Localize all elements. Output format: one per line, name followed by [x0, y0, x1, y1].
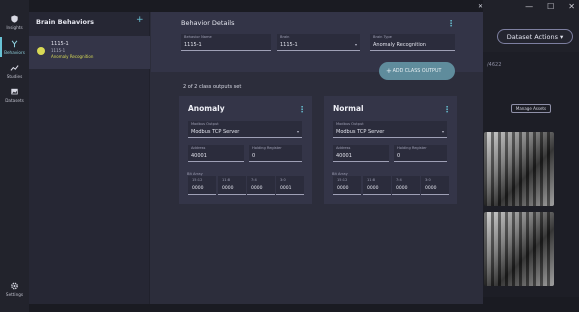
holding-register-field[interactable]: Holding Register 0	[394, 145, 447, 162]
nav-label: Behaviors	[4, 50, 25, 55]
dataset-actions-button[interactable]: Dataset Actions ▾	[497, 29, 573, 44]
shield-icon	[11, 15, 18, 23]
minimize-button[interactable]: —	[525, 2, 533, 11]
address-field[interactable]: Address 40001	[333, 145, 389, 162]
bit-register-7-4[interactable]: 7:4 0000	[392, 176, 420, 195]
outputs-count: 2 of 2 class outputs set	[183, 84, 242, 90]
behavior-name: 1115-1	[51, 41, 69, 47]
bit-register-15-12[interactable]: 15:12 0000	[188, 176, 216, 195]
add-class-label: ADD CLASS OUTPUT	[392, 68, 442, 74]
behavior-details: Behavior Details ⋮ Behavior Name 1115-1 …	[151, 12, 483, 304]
gear-icon	[11, 282, 18, 290]
bit-register-7-4[interactable]: 7:4 0000	[247, 176, 275, 195]
class-card-anomaly: Anomaly ⋮ Modbus Output Modbus TCP Serve…	[179, 96, 312, 204]
behaviors-dialog: Brain Behaviors + 1115-1 1115-1 Anomaly …	[29, 12, 483, 304]
address-field[interactable]: Address 40001	[188, 145, 244, 162]
nav-label: Studies	[6, 74, 23, 79]
dialog-close-icon[interactable]: ✕	[478, 3, 483, 10]
nav-label: Insights	[6, 25, 23, 30]
brain-select[interactable]: Brain 1115-1 ▾	[277, 34, 360, 51]
modbus-output-select[interactable]: Modbus Output Modbus TCP Server ▾	[333, 121, 447, 138]
bit-register-3-0[interactable]: 3:0 0000	[421, 176, 449, 195]
tree-icon	[11, 40, 18, 48]
behavior-type: Anomaly Recognition	[51, 54, 94, 59]
behavior-name-field[interactable]: Behavior Name 1115-1	[181, 34, 271, 51]
close-window-button[interactable]: ✕	[568, 2, 575, 11]
background-footer	[483, 297, 579, 312]
bit-register-11-8[interactable]: 11:8 0000	[363, 176, 391, 195]
class-menu-icon[interactable]: ⋮	[443, 105, 451, 114]
chevron-down-icon: ▾	[354, 42, 357, 47]
nav-label: Settings	[5, 292, 24, 297]
chevron-down-icon: ▾	[296, 129, 299, 134]
bit-register-3-0[interactable]: 3:0 0001	[276, 176, 304, 195]
nav-item-insights[interactable]: Insights	[0, 15, 29, 30]
brain-status-icon	[37, 47, 45, 55]
chevron-down-icon: ▾	[441, 129, 444, 134]
brain-behaviors-list: Brain Behaviors + 1115-1 1115-1 Anomaly …	[29, 12, 150, 304]
add-class-output-button[interactable]: + ADD CLASS OUTPUT	[379, 62, 455, 80]
brain-type-field[interactable]: Brain Type Anomaly Recognition	[370, 34, 455, 51]
maximize-button[interactable]: ☐	[547, 2, 554, 11]
plus-icon: +	[386, 67, 392, 75]
holding-register-field[interactable]: Holding Register 0	[249, 145, 302, 162]
dataset-thumbnail[interactable]	[484, 212, 554, 286]
nav-label: Datasets	[5, 98, 24, 103]
manage-assets-button[interactable]: Manage Assets	[511, 104, 551, 113]
nav-item-datasets[interactable]: Datasets	[0, 88, 29, 103]
class-menu-icon[interactable]: ⋮	[298, 105, 306, 114]
nav-item-behaviors[interactable]: Behaviors	[0, 37, 29, 57]
nav-item-studies[interactable]: Studies	[0, 64, 29, 79]
background-faded-text: /4622	[487, 62, 502, 68]
bit-register-11-8[interactable]: 11:8 0000	[218, 176, 246, 195]
list-title: Brain Behaviors	[36, 18, 95, 26]
window-controls: — ☐ ✕	[525, 2, 575, 11]
list-item[interactable]: 1115-1 1115-1 Anomaly Recognition	[29, 36, 150, 69]
add-behavior-icon[interactable]: +	[136, 15, 144, 25]
dataset-thumbnail[interactable]	[484, 132, 554, 206]
trend-icon	[10, 65, 19, 71]
behavior-id: 1115-1	[51, 48, 66, 53]
class-name: Normal	[333, 104, 364, 113]
class-name: Anomaly	[188, 104, 225, 113]
nav-rail: Insights Behaviors Studies Datasets Sett…	[0, 0, 29, 312]
nav-item-settings[interactable]: Settings	[0, 282, 29, 297]
modbus-output-select[interactable]: Modbus Output Modbus TCP Server ▾	[188, 121, 302, 138]
details-title: Behavior Details	[181, 19, 235, 27]
bit-register-15-12[interactable]: 15:12 0000	[333, 176, 361, 195]
images-icon	[11, 88, 18, 95]
class-card-normal: Normal ⋮ Modbus Output Modbus TCP Server…	[324, 96, 457, 204]
details-menu-icon[interactable]: ⋮	[447, 19, 455, 28]
